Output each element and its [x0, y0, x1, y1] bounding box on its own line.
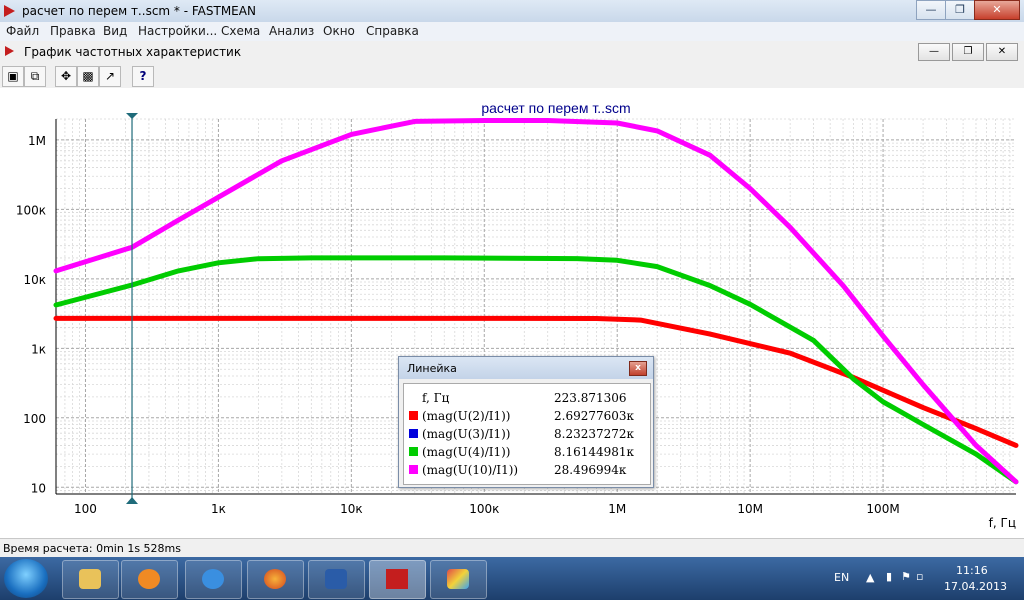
ruler-row-label: (mag(U(4)/I1)) — [422, 445, 511, 459]
y-tick-label: 10к — [23, 273, 46, 287]
ruler-frequency-value: 223.871306 — [554, 391, 627, 405]
ruler-row-value: 8.16144981к — [554, 445, 635, 459]
windows-taskbar: EN ▲ ▮ ⚑ ▫ 11:16 17.04.2013 — [0, 557, 1024, 600]
chart-window-controls: — ❐ ✕ — [916, 43, 1018, 61]
window-controls: — ❐ ✕ — [916, 0, 1020, 20]
fastmean-app-icon[interactable] — [4, 5, 15, 17]
ruler-row: (mag(U(4)/I1)) 8.16144981к — [404, 444, 650, 460]
restore-button[interactable]: ❐ — [945, 0, 975, 20]
menu-help[interactable]: Справка — [366, 24, 419, 38]
ruler-row-value: 8.23237272к — [554, 427, 635, 441]
x-tick-label: 10M — [737, 502, 763, 516]
ruler-row: (mag(U(2)/I1)) 2.69277603к — [404, 408, 650, 424]
x-tick-label: 100к — [469, 502, 499, 516]
save-icon[interactable]: ▣ — [2, 66, 24, 87]
move-icon[interactable]: ✥ — [55, 66, 77, 87]
help-button[interactable]: ? — [132, 66, 154, 87]
chart-close-button[interactable]: ✕ — [986, 43, 1018, 61]
x-tick-label: 1M — [608, 502, 626, 516]
menu-edit[interactable]: Правка — [50, 24, 96, 38]
x-tick-label: 10к — [340, 502, 363, 516]
copy-icon[interactable]: ⧉ — [24, 66, 46, 87]
menu-schema[interactable]: Схема — [221, 24, 260, 38]
word-icon — [325, 569, 347, 589]
taskbar-media-player[interactable] — [121, 560, 178, 599]
y-tick-label: 1к — [31, 342, 46, 356]
ruler-title: Линейка — [407, 362, 457, 375]
ruler-titlebar[interactable]: Линейка x — [399, 357, 653, 379]
ruler-cursor-bottom-marker — [126, 497, 139, 504]
menu-file[interactable]: Файл — [6, 24, 39, 38]
menu-analysis[interactable]: Анализ — [269, 24, 314, 38]
taskbar-explorer[interactable] — [62, 560, 119, 599]
ruler-frequency-label: f, Гц — [422, 391, 450, 405]
taskbar-word[interactable] — [308, 560, 365, 599]
taskbar-fastmean[interactable] — [369, 560, 426, 599]
ruler-icon[interactable]: ▩ — [77, 66, 99, 87]
x-tick-label: 100 — [74, 502, 97, 516]
ruler-window[interactable]: Линейка x f, Гц 223.871306 (mag(U(2)/I1)… — [398, 356, 654, 488]
y-tick-label: 1M — [28, 134, 46, 148]
network-signal-icon[interactable]: ▫ — [916, 570, 923, 583]
series-swatch — [409, 429, 418, 438]
series-swatch — [409, 465, 418, 474]
internet-explorer-icon — [202, 569, 224, 589]
x-axis-label: f, Гц — [989, 516, 1016, 530]
x-tick-label: 1к — [211, 502, 226, 516]
show-hidden-icons[interactable]: ▲ — [866, 571, 874, 584]
taskbar-internet-explorer[interactable] — [185, 560, 242, 599]
language-indicator[interactable]: EN — [834, 571, 849, 584]
title-bar: расчет по перем т..scm * - FASTMEAN — ❐ … — [0, 0, 1024, 23]
chart-toolbar: ▣ ⧉ ✥ ▩ ↗ ? — [0, 63, 1024, 89]
ruler-cursor-top-marker — [126, 113, 139, 119]
chart-restore-button[interactable]: ❐ — [952, 43, 984, 61]
usb-device-icon[interactable]: ▮ — [886, 570, 892, 583]
ruler-readout: f, Гц 223.871306 (mag(U(2)/I1)) 2.692776… — [403, 383, 651, 485]
ruler-frequency-row: f, Гц 223.871306 — [404, 390, 650, 406]
ruler-row-label: (mag(U(3)/I1)) — [422, 427, 511, 441]
chart-window-title: График частотных характеристик — [24, 45, 242, 59]
folder-icon — [79, 569, 101, 589]
ruler-row: (mag(U(3)/I1)) 8.23237272к — [404, 426, 650, 442]
chart-window-titlebar: График частотных характеристик — ❐ ✕ — [0, 41, 1024, 64]
ruler-row-label: (mag(U(2)/I1)) — [422, 409, 511, 423]
y-tick-label: 10 — [31, 481, 46, 495]
fastmean-icon — [386, 569, 408, 589]
series-swatch — [409, 411, 418, 420]
ruler-row-value: 2.69277603к — [554, 409, 635, 423]
y-tick-label: 100к — [16, 203, 46, 217]
media-player-icon — [138, 569, 160, 589]
ruler-row: (mag(U(10)/I1)) 28.496994к — [404, 462, 650, 478]
x-tick-label: 100M — [866, 502, 899, 516]
ruler-close-button[interactable]: x — [629, 361, 647, 376]
trace-icon[interactable]: ↗ — [99, 66, 121, 87]
menu-bar: Файл Правка Вид Настройки... Схема Анали… — [0, 22, 1024, 42]
window-title: расчет по перем т..scm * - FASTMEAN — [22, 4, 256, 18]
y-tick-label: 100 — [23, 412, 46, 426]
close-button[interactable]: ✕ — [974, 0, 1020, 20]
minimize-button[interactable]: — — [916, 0, 946, 20]
chart-window-icon — [5, 46, 14, 56]
menu-view[interactable]: Вид — [103, 24, 127, 38]
clock-date[interactable]: 17.04.2013 — [944, 580, 1007, 593]
series-swatch — [409, 447, 418, 456]
calc-time-status: Время расчета: 0min 1s 528ms — [3, 542, 182, 555]
ruler-row-value: 28.496994к — [554, 463, 627, 477]
flag-icon[interactable]: ⚑ — [901, 570, 911, 583]
start-button[interactable] — [4, 559, 48, 598]
ruler-row-label: (mag(U(10)/I1)) — [422, 463, 519, 477]
status-bar: Время расчета: 0min 1s 528ms — [0, 538, 1024, 558]
taskbar-paint[interactable] — [430, 560, 487, 599]
chart-title: расчет по перем т..scm — [481, 100, 630, 116]
taskbar-firefox[interactable] — [247, 560, 304, 599]
chart-minimize-button[interactable]: — — [918, 43, 950, 61]
clock-time[interactable]: 11:16 — [956, 564, 988, 577]
paint-icon — [447, 569, 469, 589]
firefox-icon — [264, 569, 286, 589]
menu-window[interactable]: Окно — [323, 24, 355, 38]
menu-settings[interactable]: Настройки... — [138, 24, 217, 38]
